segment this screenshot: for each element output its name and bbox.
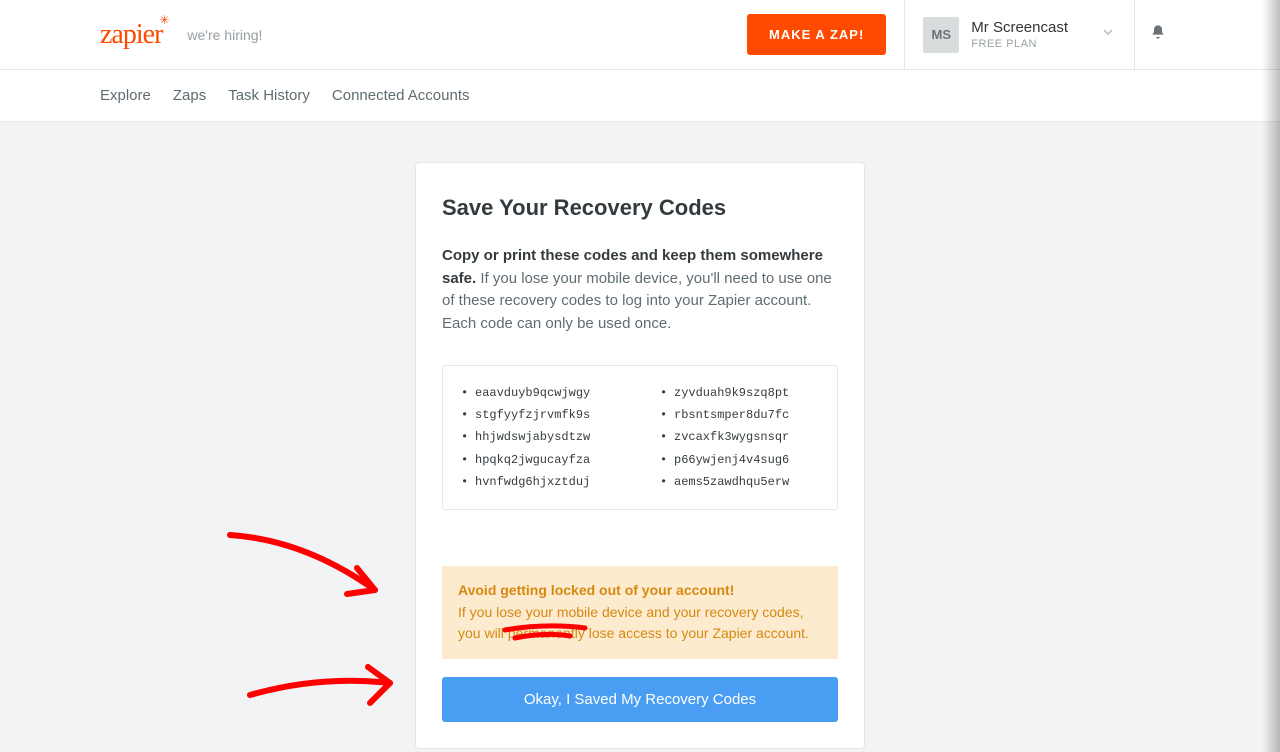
recovery-code: hhjwdswjabysdtzw <box>475 426 630 448</box>
nav-bar: Explore Zaps Task History Connected Acco… <box>0 70 1280 122</box>
bell-icon <box>1150 24 1166 45</box>
card-intro: Copy or print these codes and keep them … <box>442 245 838 335</box>
recovery-code: eaavduyb9qcwjwgy <box>475 382 630 404</box>
user-name: Mr Screencast <box>971 19 1068 36</box>
recovery-code: rbsntsmper8du7fc <box>674 404 829 426</box>
logo[interactable]: zapier✳ <box>100 19 162 51</box>
recovery-code: p66ywjenj4v4sug6 <box>674 449 829 471</box>
nav-connected-accounts[interactable]: Connected Accounts <box>332 87 470 104</box>
hiring-link[interactable]: we're hiring! <box>187 27 262 43</box>
user-plan: FREE PLAN <box>971 38 1068 50</box>
notifications-button[interactable] <box>1134 0 1180 70</box>
alert-body: If you lose your mobile device and your … <box>458 602 822 645</box>
top-bar: zapier✳ we're hiring! MAKE A ZAP! MS Mr … <box>0 0 1280 70</box>
recovery-code: hvnfwdg6hjxztduj <box>475 471 630 493</box>
logo-star-icon: ✳ <box>159 13 168 28</box>
card-title: Save Your Recovery Codes <box>442 195 838 221</box>
avatar: MS <box>923 17 959 53</box>
recovery-code: aems5zawdhqu5erw <box>674 471 829 493</box>
make-zap-button[interactable]: MAKE A ZAP! <box>747 14 886 55</box>
codes-column-right: zyvduah9k9szq8pt rbsntsmper8du7fc zvcaxf… <box>650 382 829 493</box>
codes-column-left: eaavduyb9qcwjwgy stgfyyfzjrvmfk9s hhjwds… <box>451 382 630 493</box>
nav-task-history[interactable]: Task History <box>228 87 310 104</box>
divider <box>904 0 905 70</box>
nav-explore[interactable]: Explore <box>100 87 151 104</box>
recovery-code: stgfyyfzjrvmfk9s <box>475 404 630 426</box>
recovery-code: zvcaxfk3wygsnsqr <box>674 426 829 448</box>
recovery-codes-box: eaavduyb9qcwjwgy stgfyyfzjrvmfk9s hhjwds… <box>442 365 838 510</box>
warning-alert: Avoid getting locked out of your account… <box>442 566 838 659</box>
nav-zaps[interactable]: Zaps <box>173 87 206 104</box>
alert-title: Avoid getting locked out of your account… <box>458 580 822 602</box>
saved-codes-button[interactable]: Okay, I Saved My Recovery Codes <box>442 677 838 722</box>
chevron-down-icon <box>1100 24 1116 45</box>
recovery-code: zyvduah9k9szq8pt <box>674 382 829 404</box>
recovery-codes-card: Save Your Recovery Codes Copy or print t… <box>415 162 865 749</box>
recovery-code: hpqkq2jwgucayfza <box>475 449 630 471</box>
content-area: Save Your Recovery Codes Copy or print t… <box>0 122 1280 752</box>
user-menu[interactable]: MS Mr Screencast FREE PLAN <box>923 17 1116 53</box>
